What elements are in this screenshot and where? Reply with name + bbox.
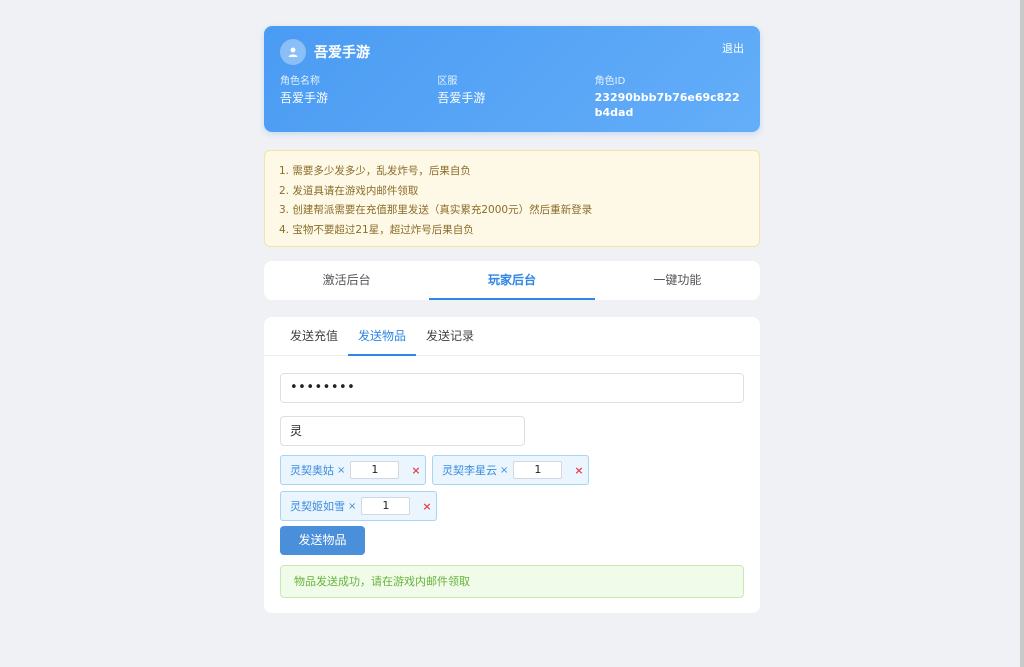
profile-header: 吾爱手游 (280, 38, 744, 66)
role-id-value: 23290bbb7b76e69c822b4dad (594, 91, 740, 119)
quantity-input[interactable]: 1 (513, 461, 563, 479)
remove-item-button[interactable]: × (411, 464, 420, 477)
item-name: 灵契奥姑 (290, 464, 334, 477)
user-icon (280, 39, 306, 65)
role-name-block: 角色名称 吾爱手游 (280, 75, 437, 120)
item-name: 灵契姬如雪 (290, 500, 345, 513)
role-id-label: 角色ID (594, 76, 626, 87)
role-name-value: 吾爱手游 (280, 91, 329, 105)
selected-item-tag: 灵契李星云 × 1 × (432, 455, 589, 485)
role-id-block: 角色ID 23290bbb7b76e69c822b4dad (595, 75, 744, 120)
password-field[interactable]: •••••••• (280, 373, 744, 403)
quantity-input[interactable]: 1 (361, 497, 411, 515)
remove-item-button[interactable]: × (422, 500, 431, 513)
tab-activation[interactable]: 激活后台 (264, 261, 429, 300)
main-container: 吾爱手游 退出 角色名称 吾爱手游 区服 吾爱手游 角色ID 23290bbb7… (264, 26, 760, 613)
notice-line: 4. 宝物不要超过21星，超过炸号后果自负 (279, 223, 474, 236)
notice-line: 1. 需要多少发多少，乱发炸号，后果自负 (279, 165, 471, 177)
tab-one-click[interactable]: 一键功能 (595, 261, 760, 300)
tab-send-items[interactable]: 发送物品 (348, 317, 417, 356)
notice-box: 1. 需要多少发多少，乱发炸号，后果自负 2. 发道具请在游戏内邮件领取 3. … (264, 150, 760, 247)
server-block: 区服 吾爱手游 (437, 75, 594, 120)
profile-title: 吾爱手游 (314, 45, 370, 61)
notice-line: 3. 创建帮派需要在充值那里发送（真实累充2000元）然后重新登录 (279, 204, 593, 216)
selected-item-tag: 灵契奥姑 × 1 × (280, 455, 426, 485)
close-icon[interactable]: × (500, 465, 508, 476)
quantity-input[interactable]: 1 (350, 461, 400, 479)
main-tab-bar: 激活后台 玩家后台 一键功能 (264, 261, 760, 300)
item-name: 灵契李星云 (442, 464, 497, 477)
sub-tab-bar: 发送充值 发送物品 发送记录 (264, 317, 760, 356)
logout-link[interactable]: 退出 (722, 40, 744, 56)
page-scrollbar[interactable] (1020, 0, 1024, 667)
role-info: 角色名称 吾爱手游 区服 吾爱手游 角色ID 23290bbb7b76e69c8… (280, 75, 744, 120)
server-value: 吾爱手游 (437, 91, 486, 105)
success-alert: 物品发送成功，请在游戏内邮件领取 (280, 565, 744, 598)
tab-send-recharge[interactable]: 发送充值 (280, 317, 348, 355)
tab-send-history[interactable]: 发送记录 (416, 317, 484, 355)
close-icon[interactable]: × (348, 501, 356, 512)
selected-item-tag: 灵契姬如雪 × 1 × (280, 491, 437, 521)
notice-line: 2. 发道具请在游戏内邮件领取 (279, 184, 419, 197)
remove-item-button[interactable]: × (574, 464, 583, 477)
item-search-input[interactable]: 灵 (280, 416, 525, 446)
role-name-label: 角色名称 (280, 76, 320, 87)
tab-player[interactable]: 玩家后台 (429, 261, 595, 300)
profile-card: 吾爱手游 退出 角色名称 吾爱手游 区服 吾爱手游 角色ID 23290bbb7… (264, 26, 760, 132)
close-icon[interactable]: × (337, 465, 345, 476)
server-label: 区服 (437, 76, 458, 87)
send-items-button[interactable]: 发送物品 (280, 526, 365, 555)
send-item-panel: 发送充值 发送物品 发送记录 •••••••• 灵 灵契奥姑 × 1 × 灵契李… (264, 317, 760, 613)
